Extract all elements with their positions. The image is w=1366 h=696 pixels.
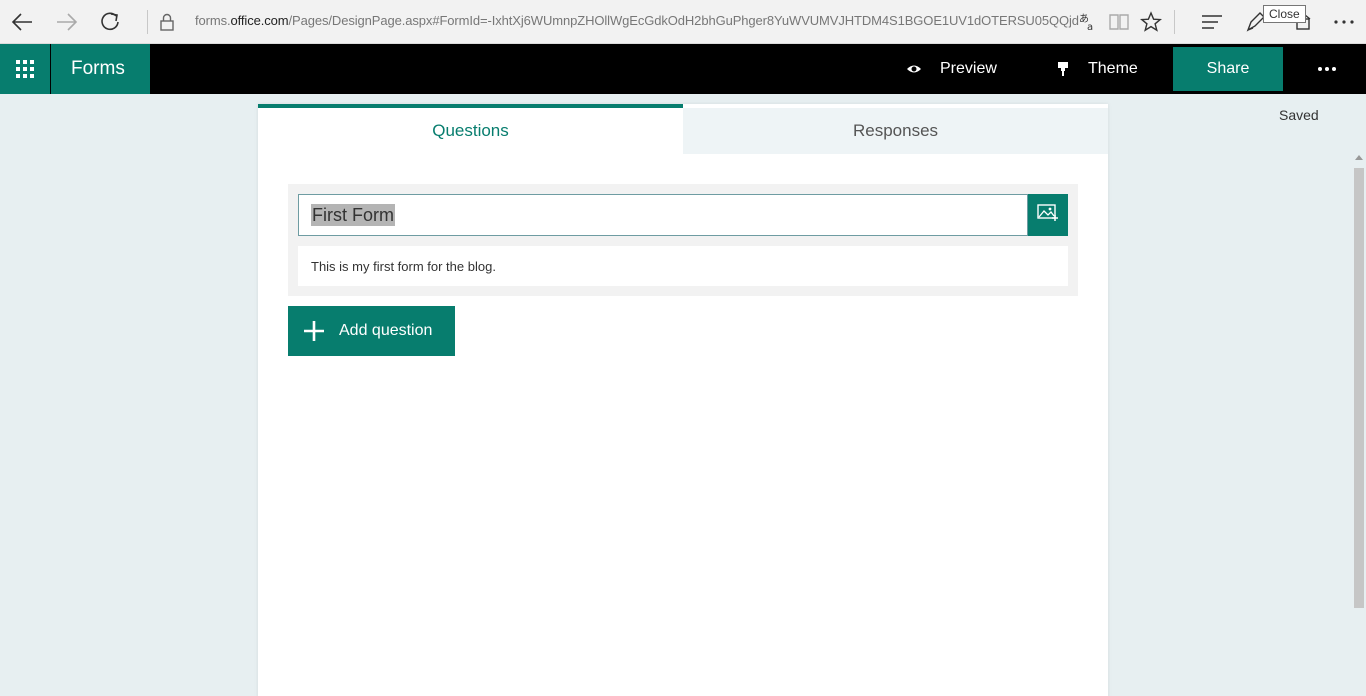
toolbar-divider: [147, 10, 148, 34]
share-button[interactable]: Share: [1173, 47, 1283, 91]
url-prefix: forms.: [195, 13, 231, 28]
app-name[interactable]: Forms: [51, 44, 150, 94]
translate-icon[interactable]: あa: [1074, 8, 1102, 36]
form-title-text: First Form: [311, 204, 395, 226]
form-header-block: First Form This is my first form for the…: [288, 184, 1078, 296]
form-description-input[interactable]: This is my first form for the blog.: [298, 246, 1068, 286]
lock-icon: [153, 8, 181, 36]
saved-status: Saved: [1279, 107, 1319, 123]
reading-view-icon[interactable]: [1105, 8, 1133, 36]
add-question-button[interactable]: Add question: [288, 306, 455, 356]
insert-image-button[interactable]: [1028, 194, 1068, 236]
url-path: /Pages/DesignPage.aspx#FormId=-IxhtXj6WU…: [288, 13, 1079, 28]
more-options-icon[interactable]: [1311, 44, 1343, 94]
eye-icon: [906, 63, 922, 75]
form-designer-card: Questions Responses First Form This is m…: [258, 104, 1108, 696]
add-question-label: Add question: [339, 322, 433, 339]
url-host: office.com: [230, 13, 289, 28]
close-tooltip: Close: [1263, 5, 1306, 23]
insert-image-icon: [1037, 203, 1059, 227]
theme-label: Theme: [1088, 60, 1138, 77]
refresh-icon[interactable]: [96, 8, 124, 36]
forward-arrow-icon[interactable]: [53, 8, 81, 36]
paint-brush-icon: [1056, 61, 1070, 77]
hub-icon[interactable]: [1198, 8, 1226, 36]
app-launcher-icon[interactable]: [0, 44, 50, 94]
app-header: Forms Preview Theme Share: [0, 44, 1366, 94]
preview-button[interactable]: Preview: [906, 44, 997, 94]
form-title-input[interactable]: First Form: [298, 194, 1028, 236]
browser-more-icon[interactable]: [1330, 8, 1358, 36]
scroll-up-arrow-icon[interactable]: [1355, 155, 1363, 160]
address-bar[interactable]: forms.office.com/Pages/DesignPage.aspx#F…: [195, 13, 1079, 28]
tab-responses[interactable]: Responses: [683, 108, 1108, 154]
plus-icon: [303, 320, 325, 342]
tab-questions[interactable]: Questions: [258, 104, 683, 154]
back-arrow-icon[interactable]: [8, 8, 36, 36]
favorite-star-icon[interactable]: [1137, 8, 1165, 36]
page-scrollbar[interactable]: [1352, 152, 1366, 696]
preview-label: Preview: [940, 60, 997, 77]
browser-toolbar: forms.office.com/Pages/DesignPage.aspx#F…: [0, 0, 1366, 44]
toolbar-divider: [1174, 10, 1175, 34]
svg-text:a: a: [1087, 22, 1093, 32]
theme-button[interactable]: Theme: [1056, 44, 1138, 94]
scroll-thumb[interactable]: [1354, 168, 1364, 608]
